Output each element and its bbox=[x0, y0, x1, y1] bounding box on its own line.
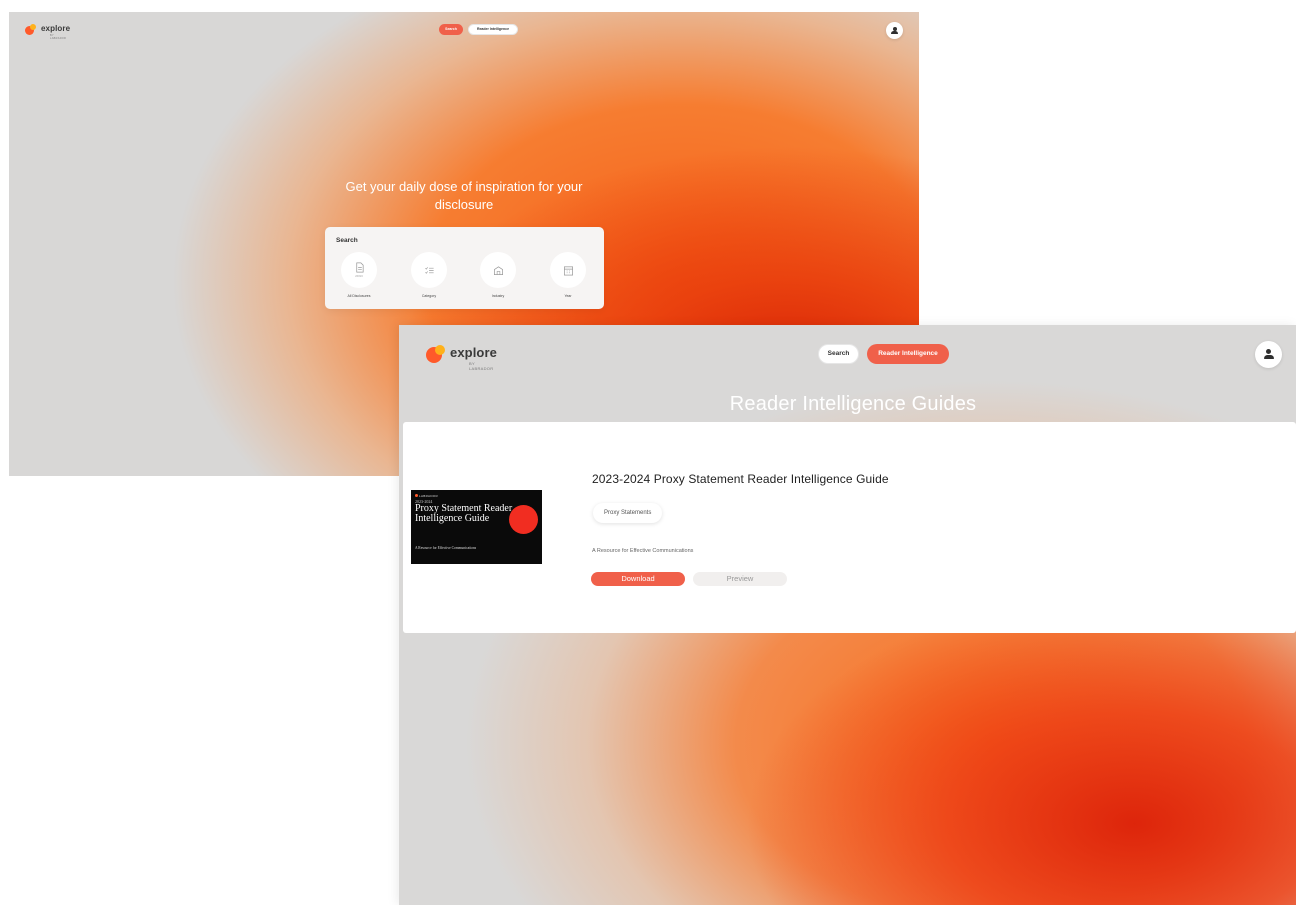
logo-text: explore bbox=[450, 345, 497, 360]
filter-all-disclosures-button[interactable]: 26820 bbox=[341, 252, 377, 288]
nav-reader-intelligence-button[interactable]: Reader Intelligence bbox=[867, 344, 949, 364]
checklist-icon bbox=[424, 266, 434, 274]
filter-label: Industry bbox=[491, 294, 505, 298]
search-card: Search 26820 All Disclosures Category In… bbox=[325, 227, 604, 309]
filter-category-button[interactable] bbox=[411, 252, 447, 288]
filter-count: 26820 bbox=[355, 274, 363, 278]
filter-year[interactable]: Year bbox=[543, 252, 593, 298]
guide-description: A Resource for Effective Communications bbox=[592, 548, 694, 554]
reader-intelligence-page-window: explore by LABRADOR Search Reader Intell… bbox=[399, 325, 1296, 905]
user-avatar-icon[interactable] bbox=[1255, 341, 1282, 368]
filter-year-button[interactable] bbox=[550, 252, 586, 288]
logo-mark-icon bbox=[25, 24, 37, 36]
logo-subtext: by LABRADOR bbox=[469, 361, 494, 371]
filter-all-disclosures[interactable]: 26820 All Disclosures bbox=[334, 252, 384, 298]
cover-heading: Proxy Statement Reader Intelligence Guid… bbox=[415, 503, 513, 524]
guide-cover-image[interactable]: LABRADOR 2023-2024 Proxy Statement Reade… bbox=[411, 490, 542, 564]
cover-brand: LABRADOR bbox=[415, 494, 438, 498]
logo-mark-icon bbox=[426, 344, 446, 364]
filter-industry-button[interactable] bbox=[480, 252, 516, 288]
download-button[interactable]: Download bbox=[591, 572, 685, 586]
nav-search-button[interactable]: Search bbox=[439, 24, 463, 35]
filter-industry[interactable]: Industry bbox=[473, 252, 523, 298]
nav-reader-intelligence-button[interactable]: Reader Intelligence bbox=[468, 24, 518, 35]
guide-card: LABRADOR 2023-2024 Proxy Statement Reade… bbox=[403, 422, 1296, 633]
nav-search-button[interactable]: Search bbox=[818, 344, 859, 364]
user-avatar-icon[interactable] bbox=[886, 22, 903, 39]
page-title: Reader Intelligence Guides bbox=[729, 393, 977, 415]
document-icon bbox=[355, 262, 364, 273]
guide-title[interactable]: 2023-2024 Proxy Statement Reader Intelli… bbox=[592, 472, 889, 486]
filter-label: All Disclosures bbox=[347, 294, 371, 298]
logo[interactable]: explore by LABRADOR bbox=[426, 344, 497, 371]
cover-subtitle: A Resource for Effective Communications bbox=[415, 546, 477, 550]
building-icon bbox=[493, 265, 503, 275]
hero-heading: Get your daily dose of inspiration for y… bbox=[345, 179, 583, 212]
logo-text: explore bbox=[41, 24, 71, 33]
filter-label: Category bbox=[421, 294, 437, 298]
filter-category[interactable]: Category bbox=[404, 252, 454, 298]
logo-subtext: by LABRADOR bbox=[50, 34, 67, 40]
guide-category-tag[interactable]: Proxy Statements bbox=[593, 503, 663, 523]
preview-button[interactable]: Preview bbox=[693, 572, 787, 586]
logo[interactable]: explore by LABRADOR bbox=[25, 24, 71, 40]
search-card-title: Search bbox=[336, 237, 358, 244]
filter-label: Year bbox=[564, 294, 572, 298]
calendar-icon bbox=[563, 265, 573, 275]
